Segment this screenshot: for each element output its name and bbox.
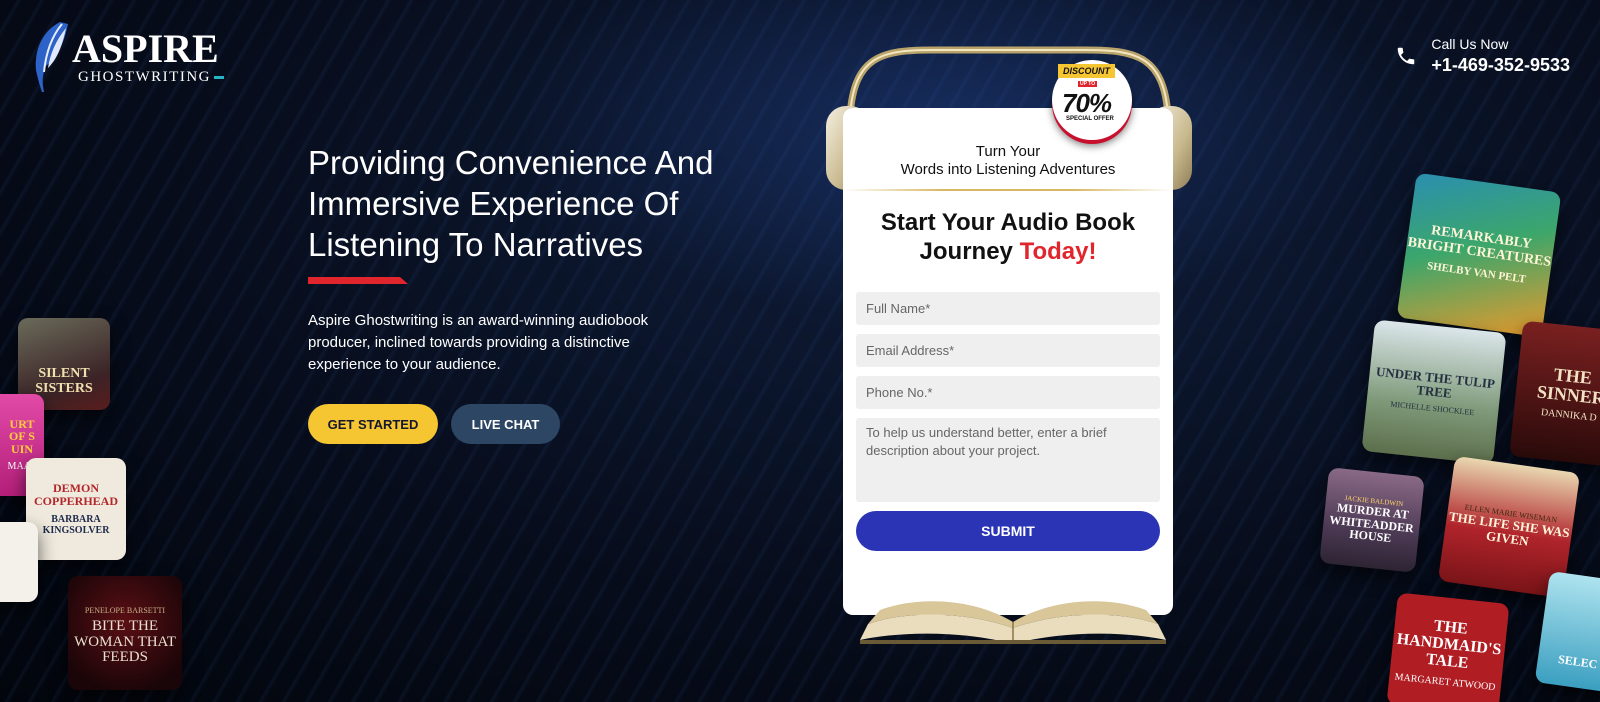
form-heading: Start Your Audio Book Journey Today! xyxy=(843,208,1173,266)
headline-underline xyxy=(308,277,408,284)
form-heading-accent: Today! xyxy=(1019,238,1097,265)
background-streaks xyxy=(0,0,1600,702)
book-cover-demon-copperhead: DEMON COPPERHEAD BARBARA KINGSOLVER xyxy=(26,458,126,560)
form-heading-main: Start Your Audio Book Journey xyxy=(880,209,1136,265)
discount-tag: DISCOUNT xyxy=(1058,64,1115,78)
phone-icon xyxy=(1398,47,1415,65)
discount-special: SPECIAL OFFER xyxy=(1066,116,1114,122)
submit-button[interactable]: SUBMIT xyxy=(856,511,1160,551)
book-cover-handmaids-tale: THE HANDMAID'S TALE MARGARET ATWOOD xyxy=(1386,592,1510,702)
call-label: Call Us Now xyxy=(1431,36,1509,52)
email-input[interactable] xyxy=(856,334,1160,367)
hero-buttons: GET STARTED LIVE CHAT xyxy=(308,404,798,444)
form-lead-line2: Words into Listening Adventures xyxy=(900,161,1116,178)
book-cover-under-tulip-tree: UNDER THE TULIP TREE MICHELLE SHOCKLEE xyxy=(1361,319,1507,465)
brand-logo[interactable]: ASPIRE GHOSTWRITING xyxy=(30,20,224,94)
form-fields xyxy=(843,292,1173,502)
live-chat-button[interactable]: LIVE CHAT xyxy=(451,404,560,444)
book-cover-the-sinner: THE SINNER DANNIKA D xyxy=(1509,320,1600,468)
form-divider xyxy=(843,189,1173,191)
discount-percent: 70% xyxy=(1062,88,1112,118)
lead-form-card: Turn Your Words into Listening Adventure… xyxy=(843,108,1173,615)
brand-dash xyxy=(213,75,224,79)
brand-subtitle: GHOSTWRITING xyxy=(78,68,211,85)
phone-input[interactable] xyxy=(856,376,1160,409)
hero-description: Aspire Ghostwriting is an award-winning … xyxy=(308,312,649,373)
feather-icon xyxy=(35,22,68,92)
open-book-graphic xyxy=(860,601,1166,644)
project-description-input[interactable] xyxy=(856,418,1160,502)
discount-upto: UP TO xyxy=(1078,81,1098,87)
phone-number[interactable]: +1-469-352-9533 xyxy=(1431,55,1570,76)
form-lead-line1: Turn Your xyxy=(975,143,1041,160)
discount-badge: DISCOUNT UP TO 70% SPECIAL OFFER xyxy=(1048,52,1132,144)
hero-section: Providing Convenience And Immersive Expe… xyxy=(308,142,798,444)
get-started-button[interactable]: GET STARTED xyxy=(308,404,438,444)
brand-name: ASPIRE xyxy=(72,25,219,71)
hero-headline: Providing Convenience And Immersive Expe… xyxy=(308,144,714,263)
book-cover-remarkably-bright: REMARKABLY BRIGHT CREATURES SHELBY VAN P… xyxy=(1396,172,1562,338)
book-cover-murder-whiteadder: JACKIE BALDWIN MURDER AT WHITEADDER HOUS… xyxy=(1319,467,1425,573)
book-cover-bite-the-woman: PENELOPE BARSETTI BITE THE WOMAN THAT FE… xyxy=(68,576,182,690)
book-cover-partial xyxy=(0,522,38,602)
call-us[interactable]: Call Us Now +1-469-352-9533 xyxy=(1395,36,1570,76)
full-name-input[interactable] xyxy=(856,292,1160,325)
